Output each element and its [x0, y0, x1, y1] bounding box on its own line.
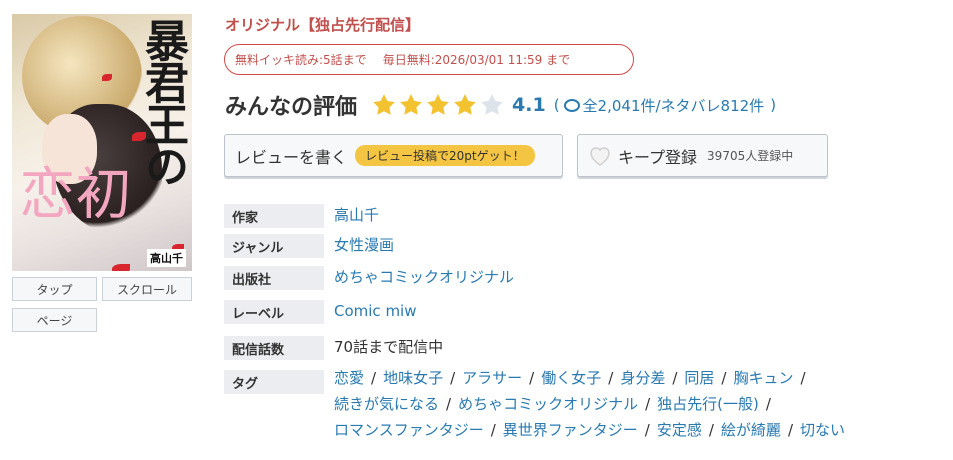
- close-paren: ): [770, 96, 777, 114]
- cover-image[interactable]: 暴君王の 初恋 高山千: [12, 14, 192, 271]
- keep-label: キープ登録: [618, 147, 698, 167]
- tag-list: 恋愛 / 地味女子 / アラサー / 働く女子 / 身分差 / 同居 / 胸キュン / 続きが気になる / め…: [334, 365, 934, 443]
- tags-label: タグ: [224, 370, 324, 394]
- tag-link[interactable]: 身分差: [620, 369, 665, 387]
- star-full-icon: [373, 94, 395, 115]
- tag-link[interactable]: 胸キュン: [733, 369, 793, 387]
- star-full-icon: [427, 94, 449, 115]
- tag-link[interactable]: 続きが気になる: [334, 395, 439, 413]
- cover-title-pink: 初恋: [12, 164, 131, 220]
- rating-row: みんなの評価 4.1 ( 全2,041件/ネタバレ812件 ): [225, 90, 776, 120]
- tag-link[interactable]: 同居: [684, 369, 714, 387]
- star-full-icon: [454, 94, 476, 115]
- tag-link[interactable]: 恋愛: [334, 369, 364, 387]
- review-count-link[interactable]: ( 全2,041件/ネタバレ812件 ): [554, 95, 776, 116]
- keep-count: 39705人登録中: [707, 149, 794, 163]
- keep-button[interactable]: キープ登録 39705人登録中: [577, 134, 828, 177]
- speech-bubble-icon: [563, 98, 580, 112]
- tag-separator: /: [721, 369, 727, 387]
- tag-link[interactable]: 絵が綺麗: [721, 421, 781, 439]
- cover-author-tag: 高山千: [147, 249, 186, 267]
- free-reading-badge: 無料イッキ読み:5話まで 毎日無料:2026/03/01 11:59 まで: [224, 44, 634, 75]
- tag-separator: /: [765, 395, 771, 413]
- origin-label: オリジナル【独占先行配信】: [225, 16, 421, 34]
- tag-separator: /: [608, 369, 614, 387]
- tag-separator: /: [446, 395, 452, 413]
- tag-link[interactable]: アラサー: [462, 369, 522, 387]
- author-row: 作家 高山千: [224, 204, 379, 228]
- open-paren: (: [553, 96, 560, 114]
- publisher-row: 出版社 めちゃコミックオリジナル: [224, 266, 514, 290]
- tag-separator: /: [644, 421, 650, 439]
- heart-icon: [590, 146, 610, 166]
- scroll-button[interactable]: スクロール: [102, 277, 192, 301]
- tags-row: タグ 恋愛 / 地味女子 / アラサー / 働く女子 / 身分差 / 同居 / 胸キュン / 続きが気にな…: [224, 369, 845, 439]
- tag-link[interactable]: めちゃコミックオリジナル: [458, 395, 638, 413]
- review-points-badge: レビュー投稿で20ptゲット！: [355, 145, 535, 166]
- rating-stars: [371, 92, 506, 118]
- tag-link[interactable]: 地味女子: [383, 369, 443, 387]
- cover-petal: [102, 74, 112, 81]
- tag-separator: /: [371, 369, 377, 387]
- publisher-link[interactable]: めちゃコミックオリジナル: [334, 266, 514, 287]
- publisher-label: 出版社: [224, 266, 324, 290]
- label-link[interactable]: Comic miw: [334, 302, 417, 320]
- episodes-value: 70話まで配信中: [334, 338, 444, 356]
- rating-title: みんなの評価: [225, 95, 358, 120]
- tag-link[interactable]: 働く女子: [541, 369, 601, 387]
- tag-link[interactable]: 異世界ファンタジー: [503, 421, 638, 439]
- free-daily-text: 毎日無料:2026/03/01 11:59 まで: [382, 53, 571, 67]
- episodes-label: 配信話数: [224, 336, 324, 360]
- tag-separator: /: [800, 369, 806, 387]
- tag-link[interactable]: 安定感: [657, 421, 702, 439]
- tag-separator: /: [490, 421, 496, 439]
- star-empty-icon: [481, 94, 503, 115]
- author-label: 作家: [224, 204, 324, 228]
- tag-link[interactable]: 独占先行(一般): [657, 395, 759, 413]
- author-link[interactable]: 高山千: [334, 204, 379, 225]
- genre-row: ジャンル 女性漫画: [224, 234, 394, 258]
- label-label: レーベル: [224, 300, 324, 324]
- episodes-row: 配信話数 70話まで配信中: [224, 336, 443, 360]
- star-full-icon: [400, 94, 422, 115]
- label-row: レーベル Comic miw: [224, 300, 417, 324]
- cover-title-kanji: 暴君王の: [137, 18, 188, 186]
- tag-separator: /: [529, 369, 535, 387]
- rating-score: 4.1: [512, 94, 546, 116]
- review-count-text: 全2,041件/ネタバレ812件: [582, 96, 765, 115]
- tap-button[interactable]: タップ: [12, 277, 97, 301]
- write-review-button[interactable]: レビューを書く レビュー投稿で20ptゲット！: [224, 134, 563, 177]
- genre-label: ジャンル: [224, 234, 324, 258]
- write-review-label: レビューを書く: [235, 147, 348, 167]
- tag-link[interactable]: ロマンスファンタジー: [334, 421, 484, 439]
- tag-separator: /: [645, 395, 651, 413]
- genre-link[interactable]: 女性漫画: [334, 234, 394, 255]
- tag-separator: /: [708, 421, 714, 439]
- tag-separator: /: [787, 421, 793, 439]
- tag-separator: /: [672, 369, 678, 387]
- tag-link[interactable]: 切ない: [800, 421, 845, 439]
- page-button[interactable]: ページ: [12, 308, 97, 332]
- free-ikki-text: 無料イッキ読み:5話まで: [235, 53, 367, 67]
- tag-separator: /: [450, 369, 456, 387]
